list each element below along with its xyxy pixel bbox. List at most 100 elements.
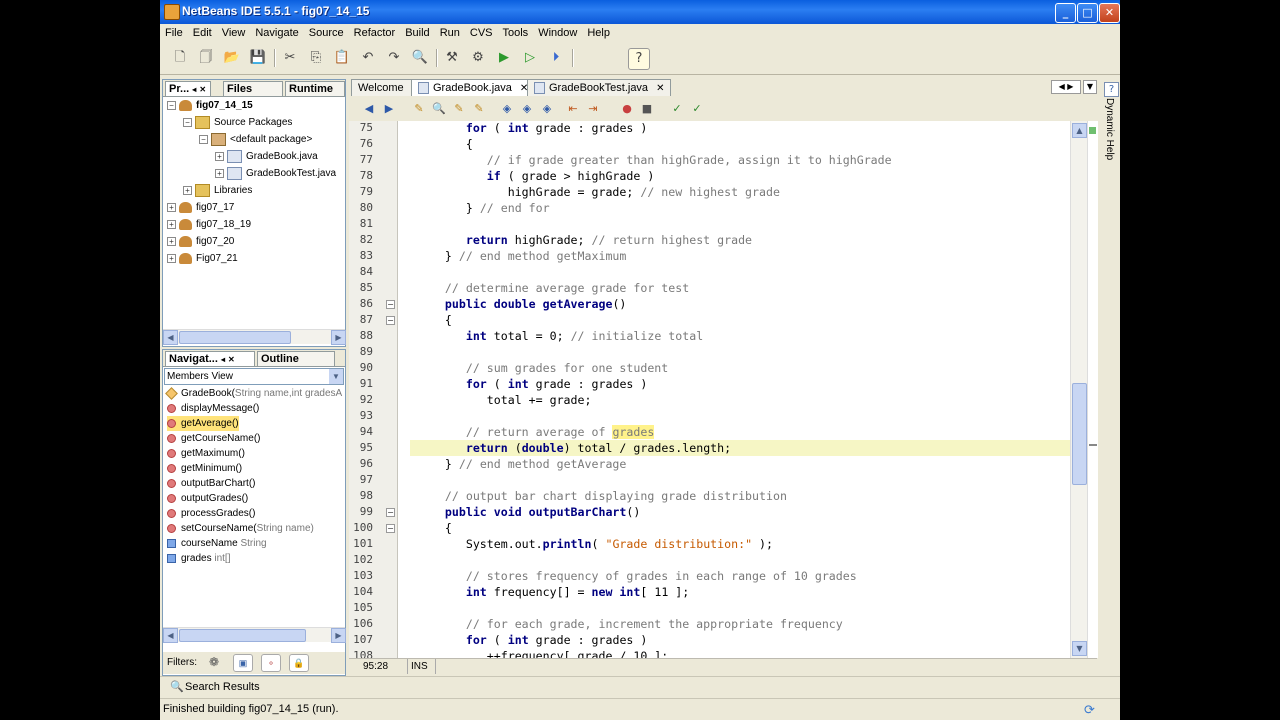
code-line[interactable]: System.out.println( "Grade distribution:… [410, 536, 773, 552]
scroll-up-icon[interactable]: ▲ [1072, 123, 1087, 138]
code-line[interactable]: // output bar chart displaying grade dis… [410, 488, 787, 504]
member-item[interactable]: outputGrades() [167, 491, 248, 506]
back-icon[interactable]: ◀ [361, 101, 377, 117]
expand-icon[interactable]: + [167, 253, 176, 263]
expand-icon[interactable]: + [167, 202, 176, 212]
code-line[interactable]: // stores frequency of grades in each ra… [410, 568, 857, 584]
menu-view[interactable]: View [217, 24, 251, 41]
shift-right-icon[interactable]: ⇥ [585, 101, 601, 117]
build-main-project-icon[interactable]: ⚒ [442, 48, 462, 68]
member-item[interactable]: getAverage() [167, 416, 239, 431]
filter-static-icon[interactable]: ⚬ [261, 654, 281, 672]
tree-item[interactable]: + GradeBookTest.java [163, 165, 336, 182]
code-line[interactable]: { [410, 520, 452, 536]
member-item[interactable]: displayMessage() [167, 401, 259, 416]
pin-icon[interactable]: ◂ [221, 355, 225, 364]
toggle-bookmark-icon[interactable]: ◈ [539, 101, 555, 117]
tree-item[interactable]: − Source Packages [163, 114, 292, 131]
code-line[interactable]: public double getAverage() [410, 296, 627, 312]
chevron-down-icon[interactable]: ▼ [329, 369, 343, 384]
find-next-icon[interactable]: ✎ [451, 101, 467, 117]
code-line[interactable]: // for each grade, increment the appropr… [410, 616, 843, 632]
expand-icon[interactable]: + [183, 185, 192, 195]
collapse-icon[interactable]: − [167, 100, 176, 110]
filter-inherited-icon[interactable]: ❁ [209, 655, 219, 669]
dynamic-help-sidebar[interactable]: ? Dynamic Help [1102, 78, 1120, 674]
code-editor[interactable]: for ( int grade : grades ) { // if grade… [398, 121, 1070, 658]
cut-icon[interactable]: ✂ [280, 48, 300, 68]
member-item[interactable]: processGrades() [167, 506, 255, 521]
collapse-icon[interactable]: − [199, 134, 208, 144]
maximize-button[interactable]: □ [1077, 3, 1098, 23]
menu-cvs[interactable]: CVS [465, 24, 498, 41]
code-line[interactable]: // sum grades for one student [410, 360, 668, 376]
tab-projects[interactable]: Pr... ◂ ✕ [165, 81, 211, 96]
editor-vscrollbar[interactable]: ▲ ▼ [1070, 121, 1088, 658]
paste-icon[interactable]: 📋 [332, 48, 352, 68]
tree-item[interactable]: + Libraries [163, 182, 252, 199]
tab-welcome[interactable]: Welcome [351, 79, 419, 96]
tab-files[interactable]: Files [223, 81, 283, 96]
code-line[interactable]: public void outputBarChart() [410, 504, 640, 520]
members-view-select[interactable]: Members View ▼ [164, 368, 344, 385]
expand-icon[interactable]: + [167, 236, 176, 246]
expand-icon[interactable]: + [215, 151, 224, 161]
menu-help[interactable]: Help [582, 24, 615, 41]
fold-toggle-icon[interactable]: − [386, 524, 395, 533]
help-icon[interactable]: ? [628, 48, 650, 70]
tree-item[interactable]: + GradeBook.java [163, 148, 318, 165]
pin-icon[interactable]: ◂ [192, 85, 196, 94]
code-line[interactable]: // determine average grade for test [410, 280, 689, 296]
code-line[interactable]: // return average of grades [410, 424, 655, 440]
tab-list-dropdown-icon[interactable]: ▼ [1083, 80, 1097, 94]
tree-item[interactable]: + fig07_17 [163, 199, 234, 216]
close-icon[interactable]: ✕ [199, 85, 206, 94]
code-line[interactable]: for ( int grade : grades ) [410, 121, 648, 136]
expand-icon[interactable]: + [167, 219, 176, 229]
open-project-icon[interactable]: 📂 [222, 48, 242, 68]
code-line[interactable]: ++frequency[ grade / 10 ]; [410, 648, 669, 658]
close-icon[interactable]: ✕ [228, 355, 235, 364]
uncomment-icon[interactable]: ✓ [689, 101, 705, 117]
filter-nonpublic-icon[interactable]: 🔒 [289, 654, 309, 672]
tree-item[interactable]: − fig07_14_15 [163, 97, 253, 114]
tab-runtime[interactable]: Runtime [285, 81, 345, 96]
code-line[interactable]: { [410, 312, 452, 328]
profile-main-project-icon[interactable]: ⏵ [546, 48, 566, 68]
menu-file[interactable]: File [160, 24, 188, 41]
member-item[interactable]: GradeBook(String name,int gradesA [165, 386, 342, 401]
tab-gradebook-java[interactable]: GradeBook.java ✕ [411, 79, 533, 96]
new-project-icon[interactable]: 🗍 [196, 48, 216, 68]
forward-icon[interactable]: ▶ [381, 101, 397, 117]
scroll-left-icon[interactable]: ◀ [163, 628, 178, 643]
menu-tools[interactable]: Tools [498, 24, 534, 41]
scroll-thumb[interactable] [179, 629, 306, 642]
member-item[interactable]: getMaximum() [167, 446, 245, 461]
scroll-thumb[interactable] [1072, 383, 1087, 485]
member-item[interactable]: getCourseName() [167, 431, 260, 446]
search-results-bar[interactable]: 🔍 Search Results [160, 676, 1120, 697]
menu-run[interactable]: Run [435, 24, 465, 41]
find-selection-icon[interactable]: ✎ [411, 101, 427, 117]
close-button[interactable]: ✕ [1099, 3, 1120, 23]
scroll-tabs-icon[interactable]: ◀ ▶ [1051, 80, 1081, 94]
menu-build[interactable]: Build [400, 24, 434, 41]
start-macro-icon[interactable]: ● [619, 101, 635, 117]
close-tab-icon[interactable]: ✕ [656, 83, 664, 94]
tree-item[interactable]: + Fig07_21 [163, 250, 238, 267]
code-line[interactable]: return (double) total / grades.length; [410, 440, 1070, 456]
menu-source[interactable]: Source [304, 24, 349, 41]
new-file-icon[interactable]: 🗋 [170, 48, 190, 68]
scroll-left-icon[interactable]: ◀ [163, 330, 178, 345]
minimize-button[interactable]: _ [1055, 3, 1076, 23]
tree-item[interactable]: + fig07_20 [163, 233, 234, 250]
collapse-icon[interactable]: − [183, 117, 192, 127]
tab-outline[interactable]: Outline [257, 351, 335, 366]
code-line[interactable]: for ( int grade : grades ) [410, 376, 648, 392]
code-line[interactable]: } // end for [410, 200, 550, 216]
member-item[interactable]: grades int[] [167, 551, 230, 566]
member-item[interactable]: getMinimum() [167, 461, 242, 476]
undo-icon[interactable]: ↶ [358, 48, 378, 68]
find-previous-icon[interactable]: 🔍 [431, 101, 447, 117]
code-line[interactable]: { [410, 136, 473, 152]
